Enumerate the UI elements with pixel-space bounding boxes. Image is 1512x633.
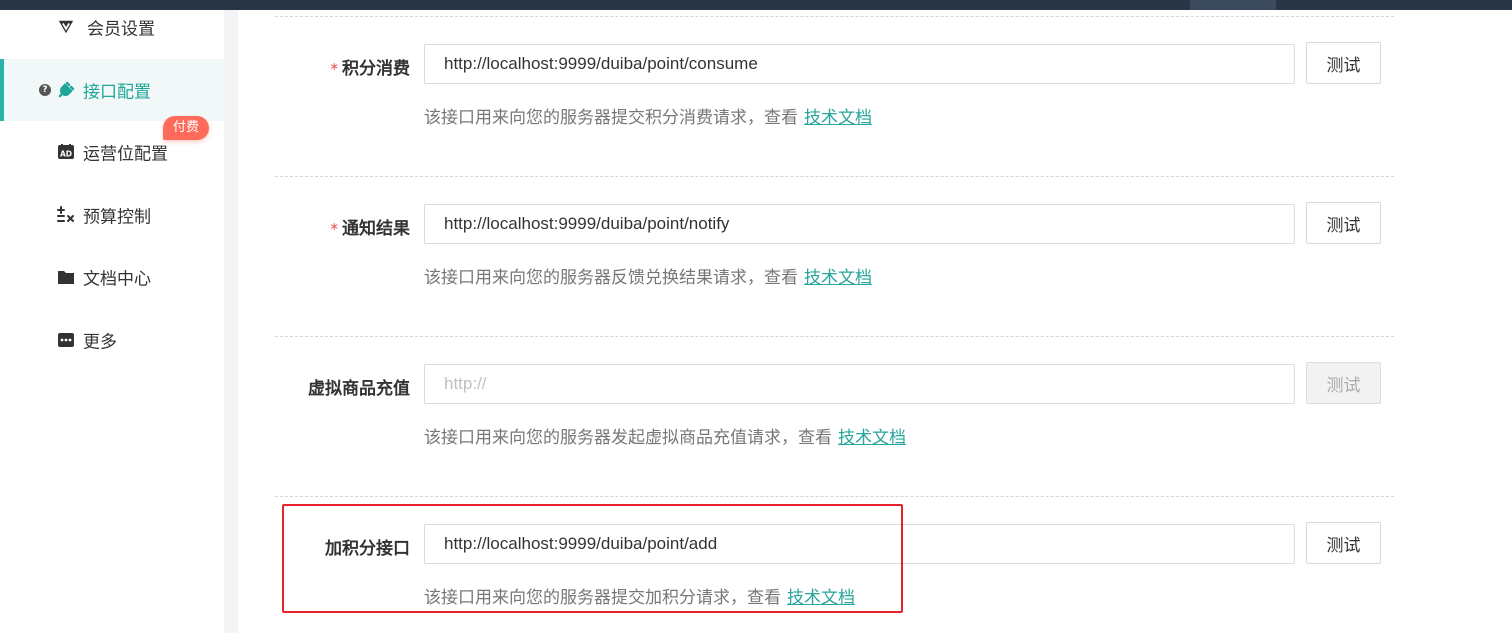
sidebar-item-label: 预算控制 [83,207,151,228]
folder-icon [57,268,75,286]
annotation-highlight-box [282,504,903,613]
test-add-points-button[interactable]: 测试 [1306,522,1381,564]
top-navbar [0,0,1512,10]
sidebar-item-label: 文档中心 [83,269,151,290]
sidebar-item-label: 会员设置 [87,19,155,40]
field-description: 该接口用来向您的服务器提交积分消费请求，查看 技术文档 [424,108,872,128]
field-description: 该接口用来向您的服务器发起虚拟商品充值请求，查看 技术文档 [424,428,906,448]
point-consume-url-input[interactable] [424,44,1295,84]
ad-icon: AD [57,143,75,161]
row-divider [275,176,1394,177]
more-icon [57,331,75,349]
row-divider [275,336,1394,337]
sidebar-item-label: 更多 [83,332,117,353]
tech-doc-link[interactable]: 技术文档 [804,108,872,128]
test-point-consume-button[interactable]: 测试 [1306,42,1381,84]
vip-diamond-icon [57,18,75,36]
virtual-recharge-url-input[interactable] [424,364,1295,404]
sidebar-item-docs[interactable]: 文档中心 [0,246,224,308]
top-nav-tab[interactable] [1190,0,1276,10]
sidebar-item-label: 接口配置 [83,82,151,103]
field-description: 该接口用来向您的服务器反馈兑换结果请求，查看 技术文档 [424,268,872,288]
sidebar-item-more[interactable]: 更多 [0,309,224,371]
tech-doc-link[interactable]: 技术文档 [838,428,906,448]
field-label-virtual-recharge: 虚拟商品充值 [308,379,410,399]
field-label-notify-result: * 通知结果 [330,219,411,239]
help-icon[interactable]: ? [39,84,51,96]
row-divider [275,496,1394,497]
notify-result-url-input[interactable] [424,204,1295,244]
required-mark: * [330,220,339,238]
plug-icon [57,81,75,99]
sidebar-item-member-settings[interactable]: 会员设置 [0,0,224,58]
row-divider [275,16,1394,17]
test-notify-result-button[interactable]: 测试 [1306,202,1381,244]
tech-doc-link[interactable]: 技术文档 [804,268,872,288]
budget-calc-icon [57,206,75,224]
required-mark: * [330,60,339,78]
paid-badge: 付费 [163,116,209,140]
sidebar-item-budget[interactable]: 预算控制 [0,184,224,246]
sidebar-item-api-config[interactable]: ? 接口配置 [0,59,224,121]
sidebar-item-label: 运营位配置 [83,144,168,165]
field-label-point-consume: * 积分消费 [330,59,411,79]
svg-text:AD: AD [60,150,72,159]
test-virtual-recharge-button: 测试 [1306,362,1381,404]
